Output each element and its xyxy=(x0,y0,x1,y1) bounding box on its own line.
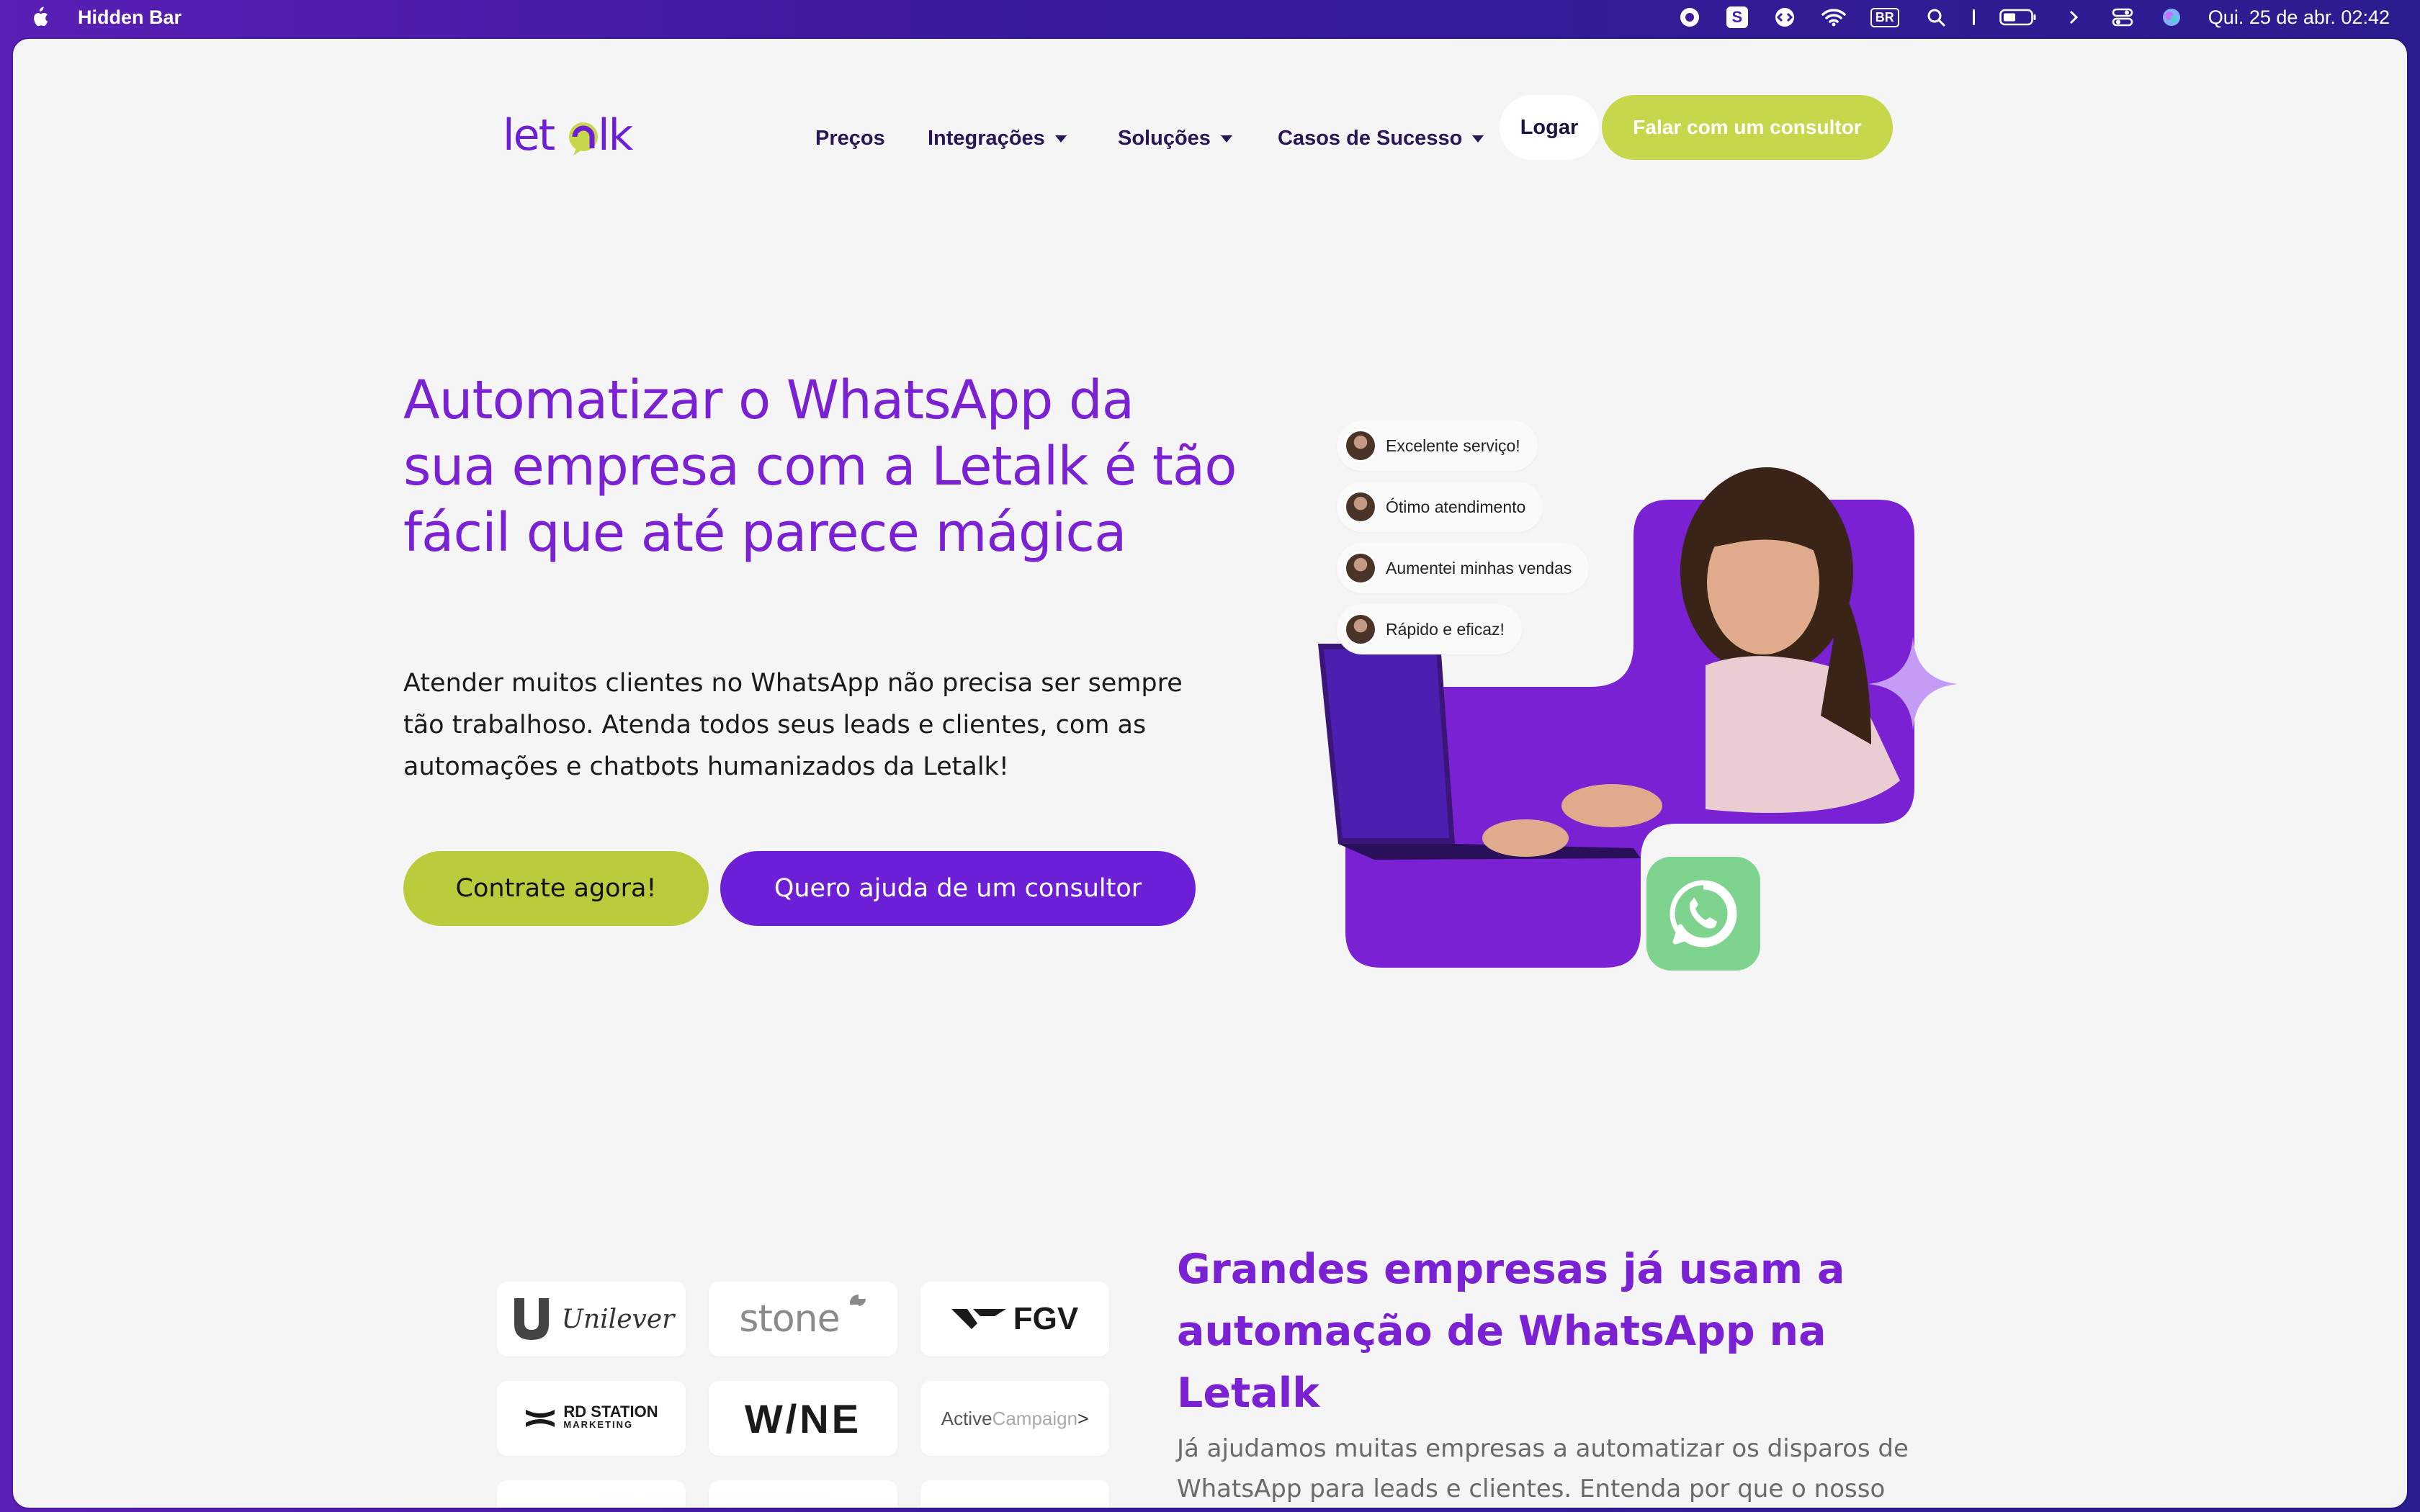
testimonial-bubble: Ótimo atendimento xyxy=(1337,482,1543,532)
client-logo-card xyxy=(497,1480,686,1508)
landing-page: let a lk Preços Integrações Soluções Cas xyxy=(13,39,2407,1508)
menubar-status-area: S BR Qui. 25 de abr. 02:42 xyxy=(1677,0,2390,35)
browser-window: let a lk Preços Integrações Soluções Cas xyxy=(13,39,2407,1508)
wifi-icon[interactable] xyxy=(1821,6,1846,28)
chevron-right-icon: > xyxy=(1077,1407,1089,1429)
client-logo-fgv: FGV xyxy=(920,1282,1109,1356)
testimonial-text: Aumentei minhas vendas xyxy=(1386,558,1572,577)
nav-item-label: Casos de Sucesso xyxy=(1278,127,1463,150)
unilever-u-icon xyxy=(514,1298,549,1340)
client-logo-text: Active xyxy=(941,1407,992,1429)
whatsapp-icon xyxy=(1670,880,1737,948)
rd-station-wordmark: RD STATION MARKETING xyxy=(563,1403,658,1431)
client-logo-text: stone xyxy=(739,1297,840,1341)
menubar-clock[interactable]: Qui. 25 de abr. 02:42 xyxy=(2208,6,2390,29)
separator-icon xyxy=(1972,9,1975,25)
clients-section-title: Grandes empresas já usam a automação de … xyxy=(1177,1246,1845,1417)
nav-item-precos[interactable]: Preços xyxy=(815,127,885,150)
avatar xyxy=(1344,490,1377,523)
hire-now-button[interactable]: Contrate agora! xyxy=(403,851,709,926)
client-logo-text: FGV xyxy=(1013,1301,1079,1336)
stone-leaf-icon xyxy=(849,1294,866,1306)
talk-to-consultant-button[interactable]: Falar com um consultor xyxy=(1602,95,1893,160)
testimonial-text: Ótimo atendimento xyxy=(1386,497,1526,516)
hero-illustration: Excelente serviço! Ótimo atendimento Aum… xyxy=(1302,406,1965,975)
svg-text:let: let xyxy=(503,110,555,160)
client-logo-text: W/NE xyxy=(744,1395,862,1441)
consultant-help-button[interactable]: Quero ajuda de um consultor xyxy=(720,851,1196,926)
avatar xyxy=(1344,552,1377,585)
caret-down-icon xyxy=(1054,135,1067,143)
letalk-logo-mark: let a lk xyxy=(503,110,635,160)
hero-title: Automatizar o WhatsApp da sua empresa co… xyxy=(403,369,1237,564)
whatsapp-badge xyxy=(1646,857,1760,971)
nav-item-solucoes[interactable]: Soluções xyxy=(1118,127,1232,150)
spotlight-search-icon[interactable] xyxy=(1924,6,1948,28)
nav-item-label: Preços xyxy=(815,127,885,150)
record-icon[interactable] xyxy=(1677,6,1702,28)
battery-icon[interactable] xyxy=(1999,6,2037,28)
client-logo-text: Campaign xyxy=(992,1407,1078,1429)
client-logo-wine: W/NE xyxy=(709,1381,897,1456)
client-logo-rd-station: RD STATION MARKETING xyxy=(497,1381,686,1456)
clients-section-text: Já ajudamos muitas empresas a automatiza… xyxy=(1177,1434,1909,1503)
client-logo-card xyxy=(920,1480,1109,1508)
code-icon[interactable] xyxy=(1773,6,1797,28)
client-logo-stone: stone xyxy=(709,1282,897,1356)
nav-item-casos-de-sucesso[interactable]: Casos de Sucesso xyxy=(1278,127,1484,150)
fgv-mark-icon xyxy=(951,1309,1006,1329)
skype-icon[interactable]: S xyxy=(1726,6,1748,28)
letalk-logo[interactable]: let a lk xyxy=(503,102,647,160)
chevron-right-icon[interactable] xyxy=(2061,6,2086,28)
client-logo-card xyxy=(709,1480,897,1508)
caret-down-icon xyxy=(1472,135,1484,143)
client-logo-unilever: Unilever xyxy=(497,1282,686,1356)
avatar xyxy=(1344,613,1377,646)
nav-item-label: Integrações xyxy=(928,127,1045,150)
input-source-indicator[interactable]: BR xyxy=(1870,7,1899,27)
client-logo-text: Unilever xyxy=(561,1304,675,1334)
client-logo-activecampaign: ActiveCampaign> xyxy=(920,1381,1109,1456)
login-button[interactable]: Logar xyxy=(1500,95,1599,160)
siri-icon[interactable] xyxy=(2159,6,2184,28)
avatar xyxy=(1344,429,1377,462)
rd-station-icon xyxy=(526,1410,555,1427)
testimonial-bubble: Excelente serviço! xyxy=(1337,420,1538,471)
active-app-name[interactable]: Hidden Bar xyxy=(78,6,182,29)
testimonial-bubble: Aumentei minhas vendas xyxy=(1337,543,1590,593)
svg-text:lk: lk xyxy=(598,110,634,160)
hero-subtitle: Atender muitos clientes no WhatsApp não … xyxy=(403,669,1183,781)
testimonial-text: Excelente serviço! xyxy=(1386,436,1520,455)
client-logo-text: RD STATION xyxy=(563,1403,658,1421)
testimonial-bubble: Rápido e eficaz! xyxy=(1337,604,1522,654)
control-center-icon[interactable] xyxy=(2110,6,2135,28)
activecampaign-wordmark: ActiveCampaign> xyxy=(941,1408,1089,1430)
apple-menu-icon[interactable] xyxy=(29,6,49,29)
nav-item-label: Soluções xyxy=(1118,127,1211,150)
caret-down-icon xyxy=(1220,135,1232,143)
testimonial-text: Rápido e eficaz! xyxy=(1386,619,1505,639)
nav-item-integracoes[interactable]: Integrações xyxy=(928,127,1067,150)
macos-menubar: Hidden Bar S BR Qui. 25 de abr. 02:42 xyxy=(0,0,2420,35)
